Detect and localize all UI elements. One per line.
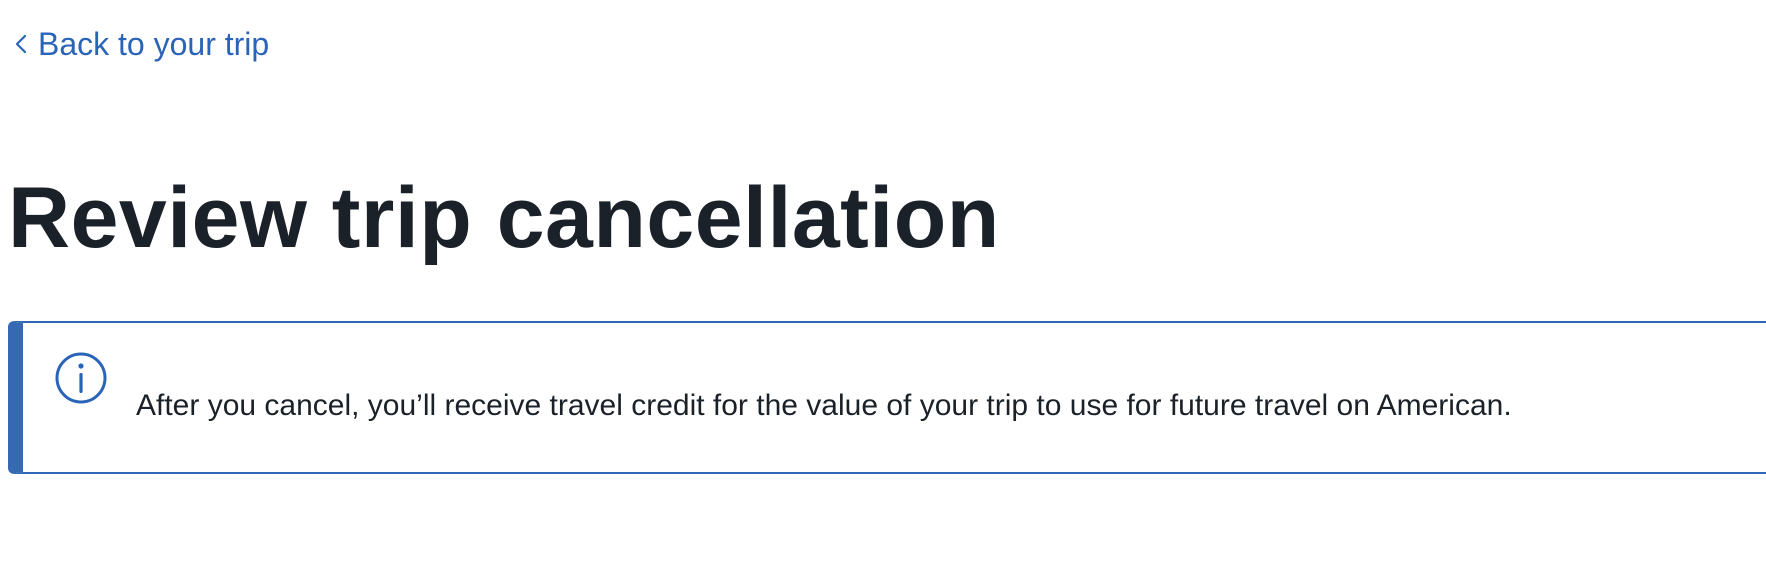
chevron-left-icon: [14, 33, 32, 55]
page: Back to your trip Review trip cancellati…: [0, 0, 1766, 576]
page-title: Review trip cancellation: [8, 170, 1000, 266]
back-to-trip-link[interactable]: Back to your trip: [14, 24, 269, 64]
info-banner: After you cancel, you’ll receive travel …: [8, 321, 1766, 474]
back-link-label: Back to your trip: [38, 26, 270, 62]
info-icon: [54, 351, 108, 405]
info-banner-message: After you cancel, you’ll receive travel …: [136, 389, 1512, 422]
